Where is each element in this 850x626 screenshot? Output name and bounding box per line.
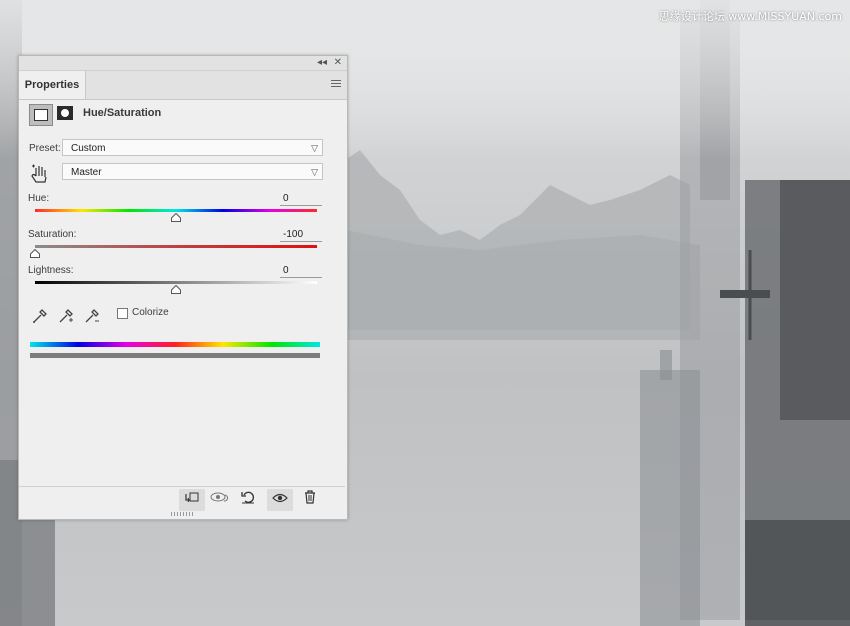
clip-to-layer-icon[interactable]: [179, 489, 205, 511]
close-icon[interactable]: ✕: [334, 56, 342, 70]
tab-properties[interactable]: Properties: [19, 71, 86, 99]
hue-slider-thumb[interactable]: [171, 213, 181, 222]
chevron-down-icon: ▽: [311, 167, 318, 177]
output-color-spectrum-bar: [30, 353, 320, 358]
properties-panel: ◂◂ ✕ Properties Hue/Saturation Preset: C…: [18, 55, 348, 520]
preset-select-value: Custom: [71, 143, 106, 154]
hand-target-adjust-icon[interactable]: [29, 164, 51, 184]
input-color-spectrum-bar: [30, 342, 320, 347]
saturation-value-field[interactable]: -100: [280, 228, 322, 242]
hue-value-field[interactable]: 0: [280, 192, 322, 206]
hue-label: Hue:: [28, 193, 50, 204]
lightness-slider-thumb[interactable]: [171, 285, 181, 294]
panel-tab-row: Properties: [19, 71, 347, 100]
chevron-down-icon: ▽: [311, 143, 318, 153]
preset-select[interactable]: Custom ▽: [62, 139, 323, 156]
double-chevron-left-icon[interactable]: ◂◂: [317, 56, 327, 70]
eyedropper-icon[interactable]: [31, 307, 49, 325]
trash-icon[interactable]: [297, 489, 323, 511]
eyedropper-plus-icon[interactable]: [57, 307, 75, 325]
channel-select-value: Master: [71, 167, 102, 178]
adjustment-title: Hue/Saturation: [83, 107, 162, 119]
lightness-value-field[interactable]: 0: [280, 264, 322, 278]
resize-grip[interactable]: [171, 512, 193, 516]
lightness-slider-track[interactable]: [35, 281, 317, 284]
view-previous-state-icon[interactable]: [207, 489, 233, 511]
layer-mask-icon[interactable]: [57, 106, 73, 120]
saturation-slider-thumb[interactable]: [30, 249, 40, 258]
saturation-slider-track[interactable]: [35, 245, 317, 248]
reset-icon[interactable]: [235, 489, 261, 511]
hue-slider-track[interactable]: [35, 209, 317, 212]
hue-saturation-adjustment-icon[interactable]: [29, 104, 53, 126]
colorize-label: Colorize: [132, 307, 169, 318]
saturation-label: Saturation:: [28, 229, 77, 240]
lightness-label: Lightness:: [28, 265, 74, 276]
panel-titlebar[interactable]: ◂◂ ✕: [19, 56, 347, 71]
eyedropper-minus-icon[interactable]: [83, 307, 101, 325]
colorize-checkbox-box[interactable]: [117, 308, 128, 319]
eye-icon[interactable]: [267, 489, 293, 511]
channel-select[interactable]: Master ▽: [62, 163, 323, 180]
preset-label: Preset:: [29, 143, 61, 154]
watermark-text: 思缘设计论坛 www.MISSYUAN.com: [658, 10, 842, 23]
panel-menu-icon[interactable]: [331, 80, 341, 89]
panel-bottom-toolbar: [19, 486, 345, 513]
